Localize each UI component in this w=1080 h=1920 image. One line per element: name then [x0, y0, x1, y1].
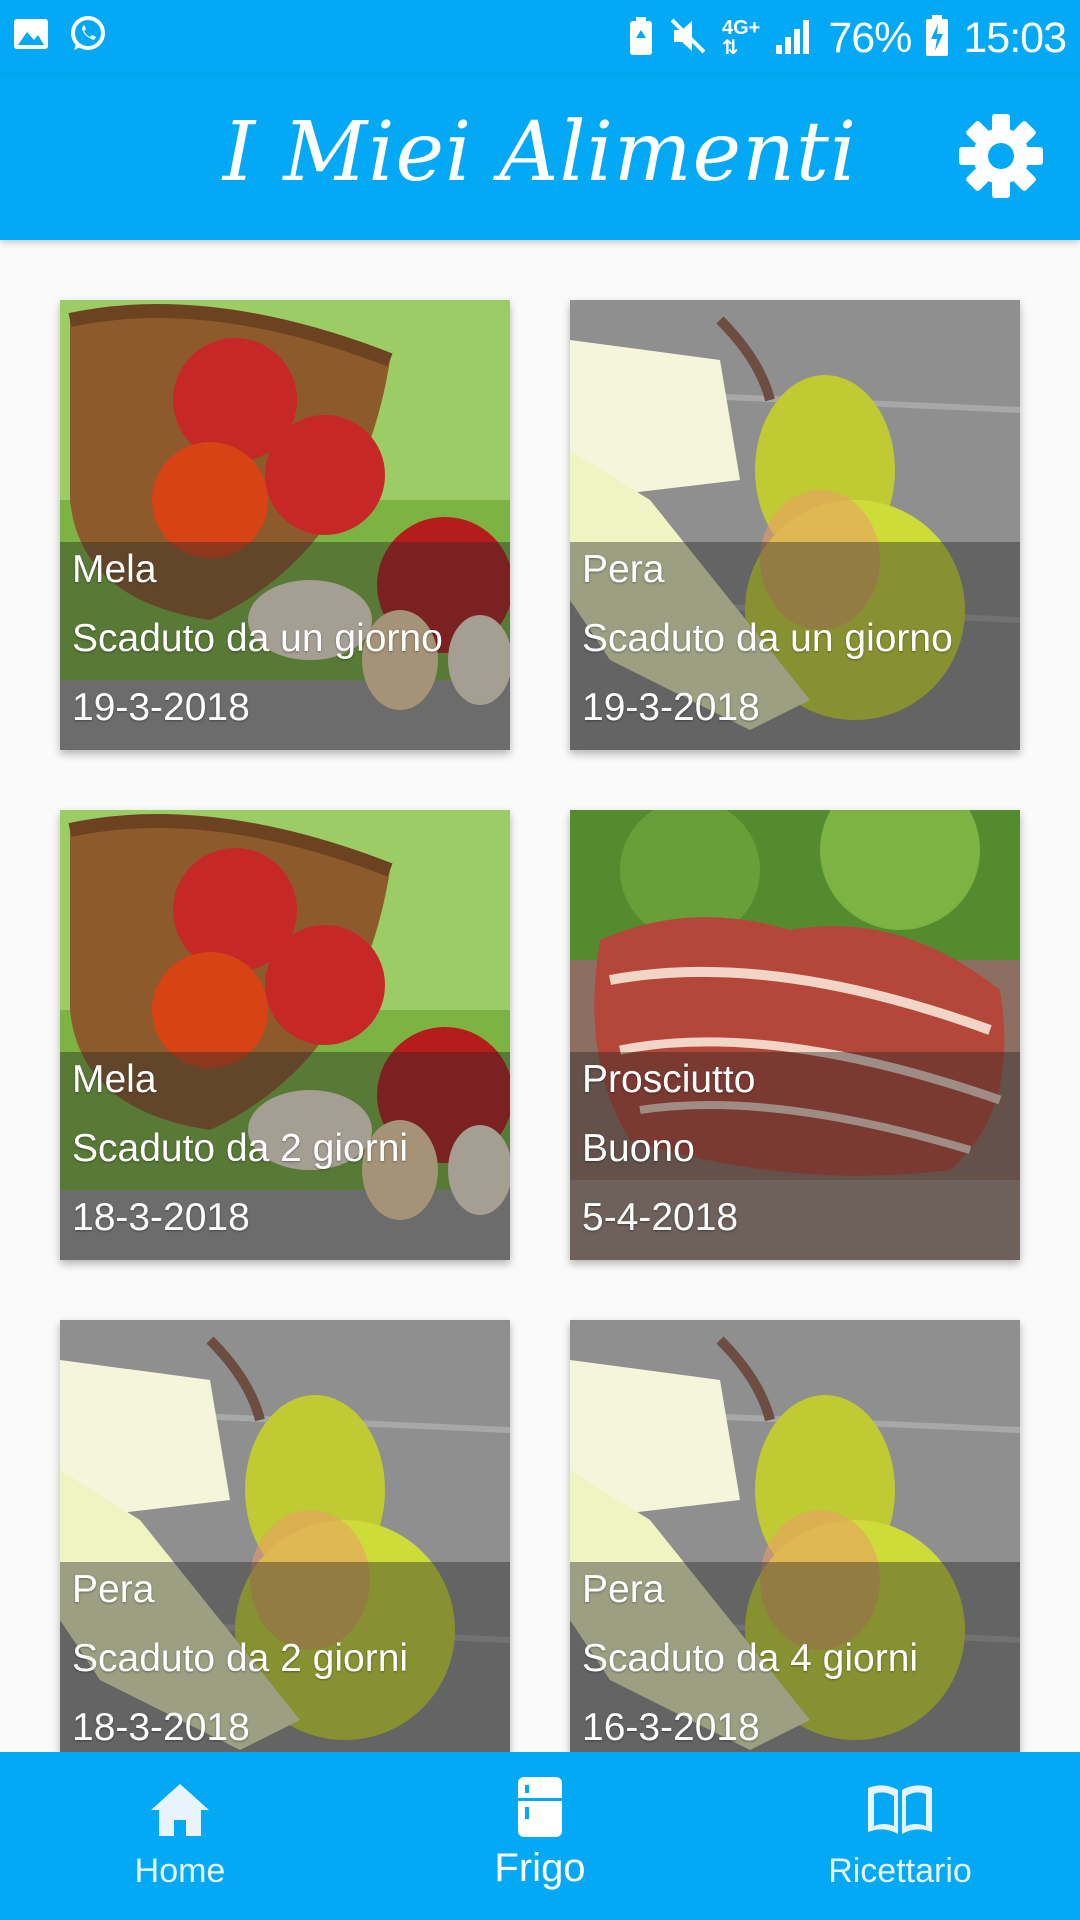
food-date: 19-3-2018	[582, 686, 760, 729]
food-name: Mela	[72, 1058, 157, 1101]
whatsapp-icon	[68, 14, 108, 59]
bottom-navigation: Home Frigo Ricettario	[0, 1752, 1080, 1920]
signal-icon	[774, 17, 814, 60]
food-status: Scaduto da 2 giorni	[72, 1127, 409, 1170]
nav-ricettario[interactable]: Ricettario	[720, 1752, 1080, 1920]
food-status: Scaduto da un giorno	[72, 617, 443, 660]
battery-percent: 76%	[828, 13, 912, 62]
food-name: Pera	[72, 1568, 155, 1611]
gear-icon	[959, 114, 1043, 198]
food-card[interactable]: Pera Scaduto da 4 giorni 16-3-2018	[570, 1320, 1020, 1752]
home-icon	[151, 1784, 209, 1836]
food-card[interactable]: Prosciutto Buono 5-4-2018	[570, 810, 1020, 1260]
food-name: Mela	[72, 548, 157, 591]
food-status: Scaduto da un giorno	[582, 617, 953, 660]
app-title: I Miei Alimenti	[222, 105, 858, 200]
clock: 15:03	[963, 13, 1067, 62]
food-date: 5-4-2018	[582, 1196, 739, 1239]
nav-ricettario-label: Ricettario	[828, 1852, 972, 1890]
food-card[interactable]: Pera Scaduto da un giorno 19-3-2018	[570, 300, 1020, 750]
food-date: 19-3-2018	[72, 686, 250, 729]
food-grid: Mela Scaduto da un giorno 19-3-2018 Pera…	[0, 240, 1080, 1752]
battery-saver-icon	[628, 16, 654, 61]
book-icon	[868, 1785, 932, 1834]
food-date: 18-3-2018	[72, 1706, 250, 1749]
gallery-icon	[12, 17, 50, 56]
food-name: Pera	[582, 548, 665, 591]
nav-frigo[interactable]: Frigo	[360, 1752, 720, 1920]
food-status: Scaduto da 2 giorni	[72, 1637, 409, 1680]
food-card[interactable]: Mela Scaduto da un giorno 19-3-2018	[60, 300, 510, 750]
nav-frigo-label: Frigo	[494, 1846, 586, 1890]
nav-home[interactable]: Home	[0, 1752, 360, 1920]
food-date: 16-3-2018	[582, 1706, 760, 1749]
food-status: Buono	[582, 1127, 695, 1170]
food-card[interactable]: Mela Scaduto da 2 giorni 18-3-2018	[60, 810, 510, 1260]
fridge-icon	[518, 1777, 562, 1837]
nav-home-label: Home	[134, 1852, 226, 1890]
food-card[interactable]: Pera Scaduto da 2 giorni 18-3-2018	[60, 1320, 510, 1752]
status-bar: 4G+ ⇅ 76% 15:03	[0, 0, 1080, 75]
food-name: Prosciutto	[582, 1058, 756, 1101]
mute-icon	[668, 16, 708, 61]
network-4g-icon: 4G+ ⇅	[721, 17, 761, 59]
food-name: Pera	[582, 1568, 665, 1611]
food-status: Scaduto da 4 giorni	[582, 1637, 919, 1680]
battery-charging-icon	[925, 14, 949, 62]
app-bar: I Miei Alimenti	[0, 75, 1080, 240]
settings-button[interactable]	[958, 113, 1044, 199]
food-date: 18-3-2018	[72, 1196, 250, 1239]
